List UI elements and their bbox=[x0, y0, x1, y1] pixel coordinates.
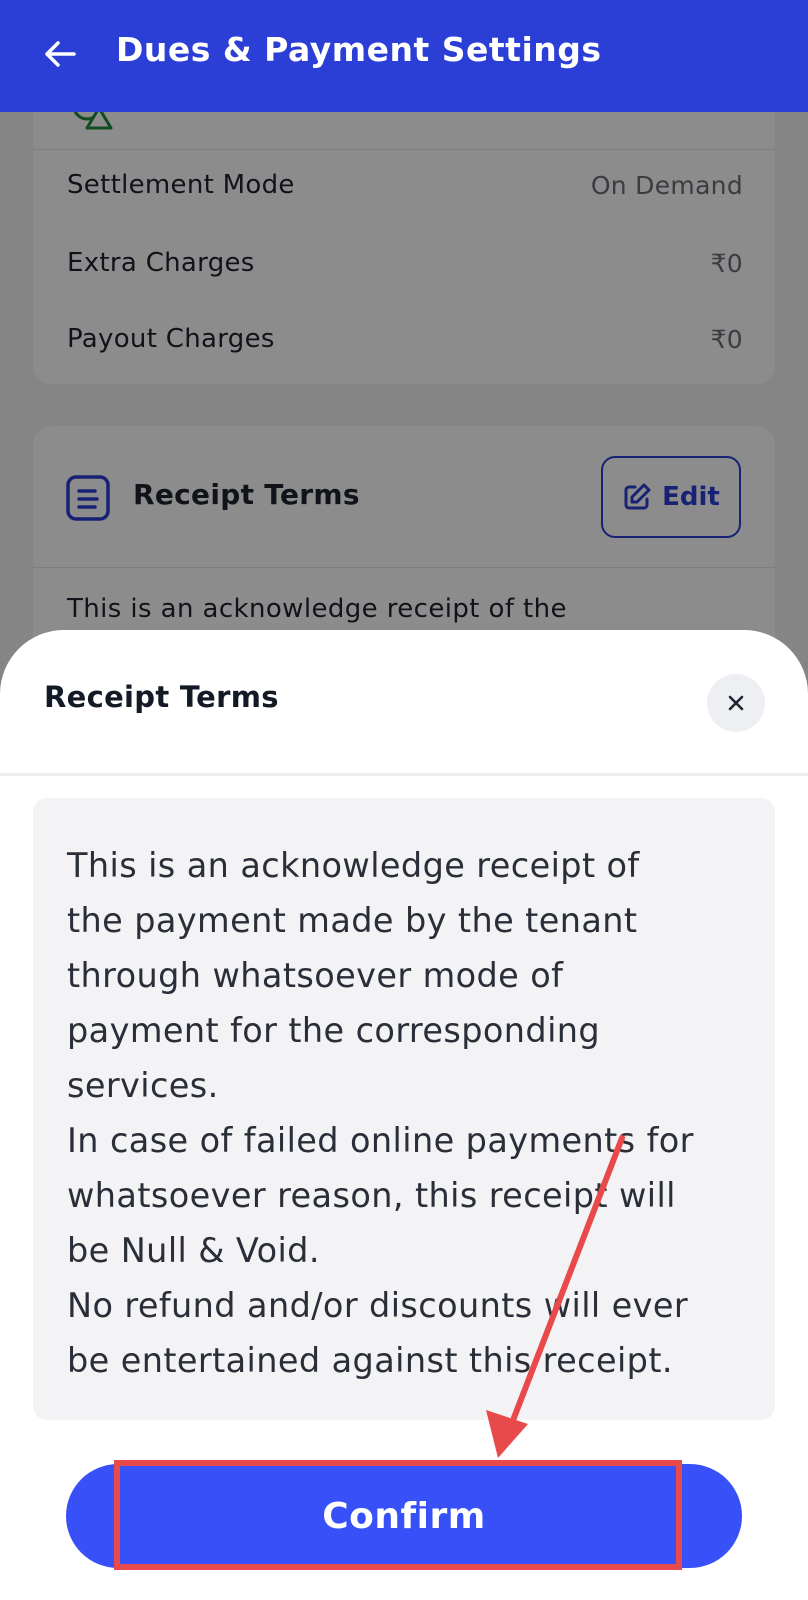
terms-line: In case of failed online payments for bbox=[67, 1121, 694, 1160]
sheet-divider bbox=[0, 773, 808, 776]
terms-line: whatsoever reason, this receipt will bbox=[67, 1176, 676, 1215]
terms-line: be entertained against this receipt. bbox=[67, 1341, 673, 1380]
close-button[interactable] bbox=[707, 674, 765, 732]
terms-line: This is an acknowledge receipt of bbox=[67, 846, 640, 885]
terms-line: services. bbox=[67, 1066, 219, 1105]
terms-line: No refund and/or discounts will ever bbox=[67, 1286, 689, 1325]
terms-text: This is an acknowledge receipt of the pa… bbox=[67, 838, 757, 1388]
receipt-terms-sheet: Receipt Terms This is an acknowledge rec… bbox=[0, 630, 808, 1600]
page-title: Dues & Payment Settings bbox=[116, 30, 602, 69]
close-icon bbox=[728, 695, 744, 711]
terms-line: be Null & Void. bbox=[67, 1231, 320, 1270]
terms-line: through whatsoever mode of bbox=[67, 956, 564, 995]
sheet-title: Receipt Terms bbox=[44, 680, 279, 714]
annotation-highlight-box bbox=[114, 1460, 682, 1570]
arrow-left-icon bbox=[45, 41, 76, 67]
terms-line: the payment made by the tenant bbox=[67, 901, 638, 940]
back-button[interactable] bbox=[36, 30, 84, 78]
terms-text-box: This is an acknowledge receipt of the pa… bbox=[33, 798, 775, 1420]
terms-line: payment for the corresponding bbox=[67, 1011, 601, 1050]
app-bar: Dues & Payment Settings bbox=[0, 0, 808, 112]
